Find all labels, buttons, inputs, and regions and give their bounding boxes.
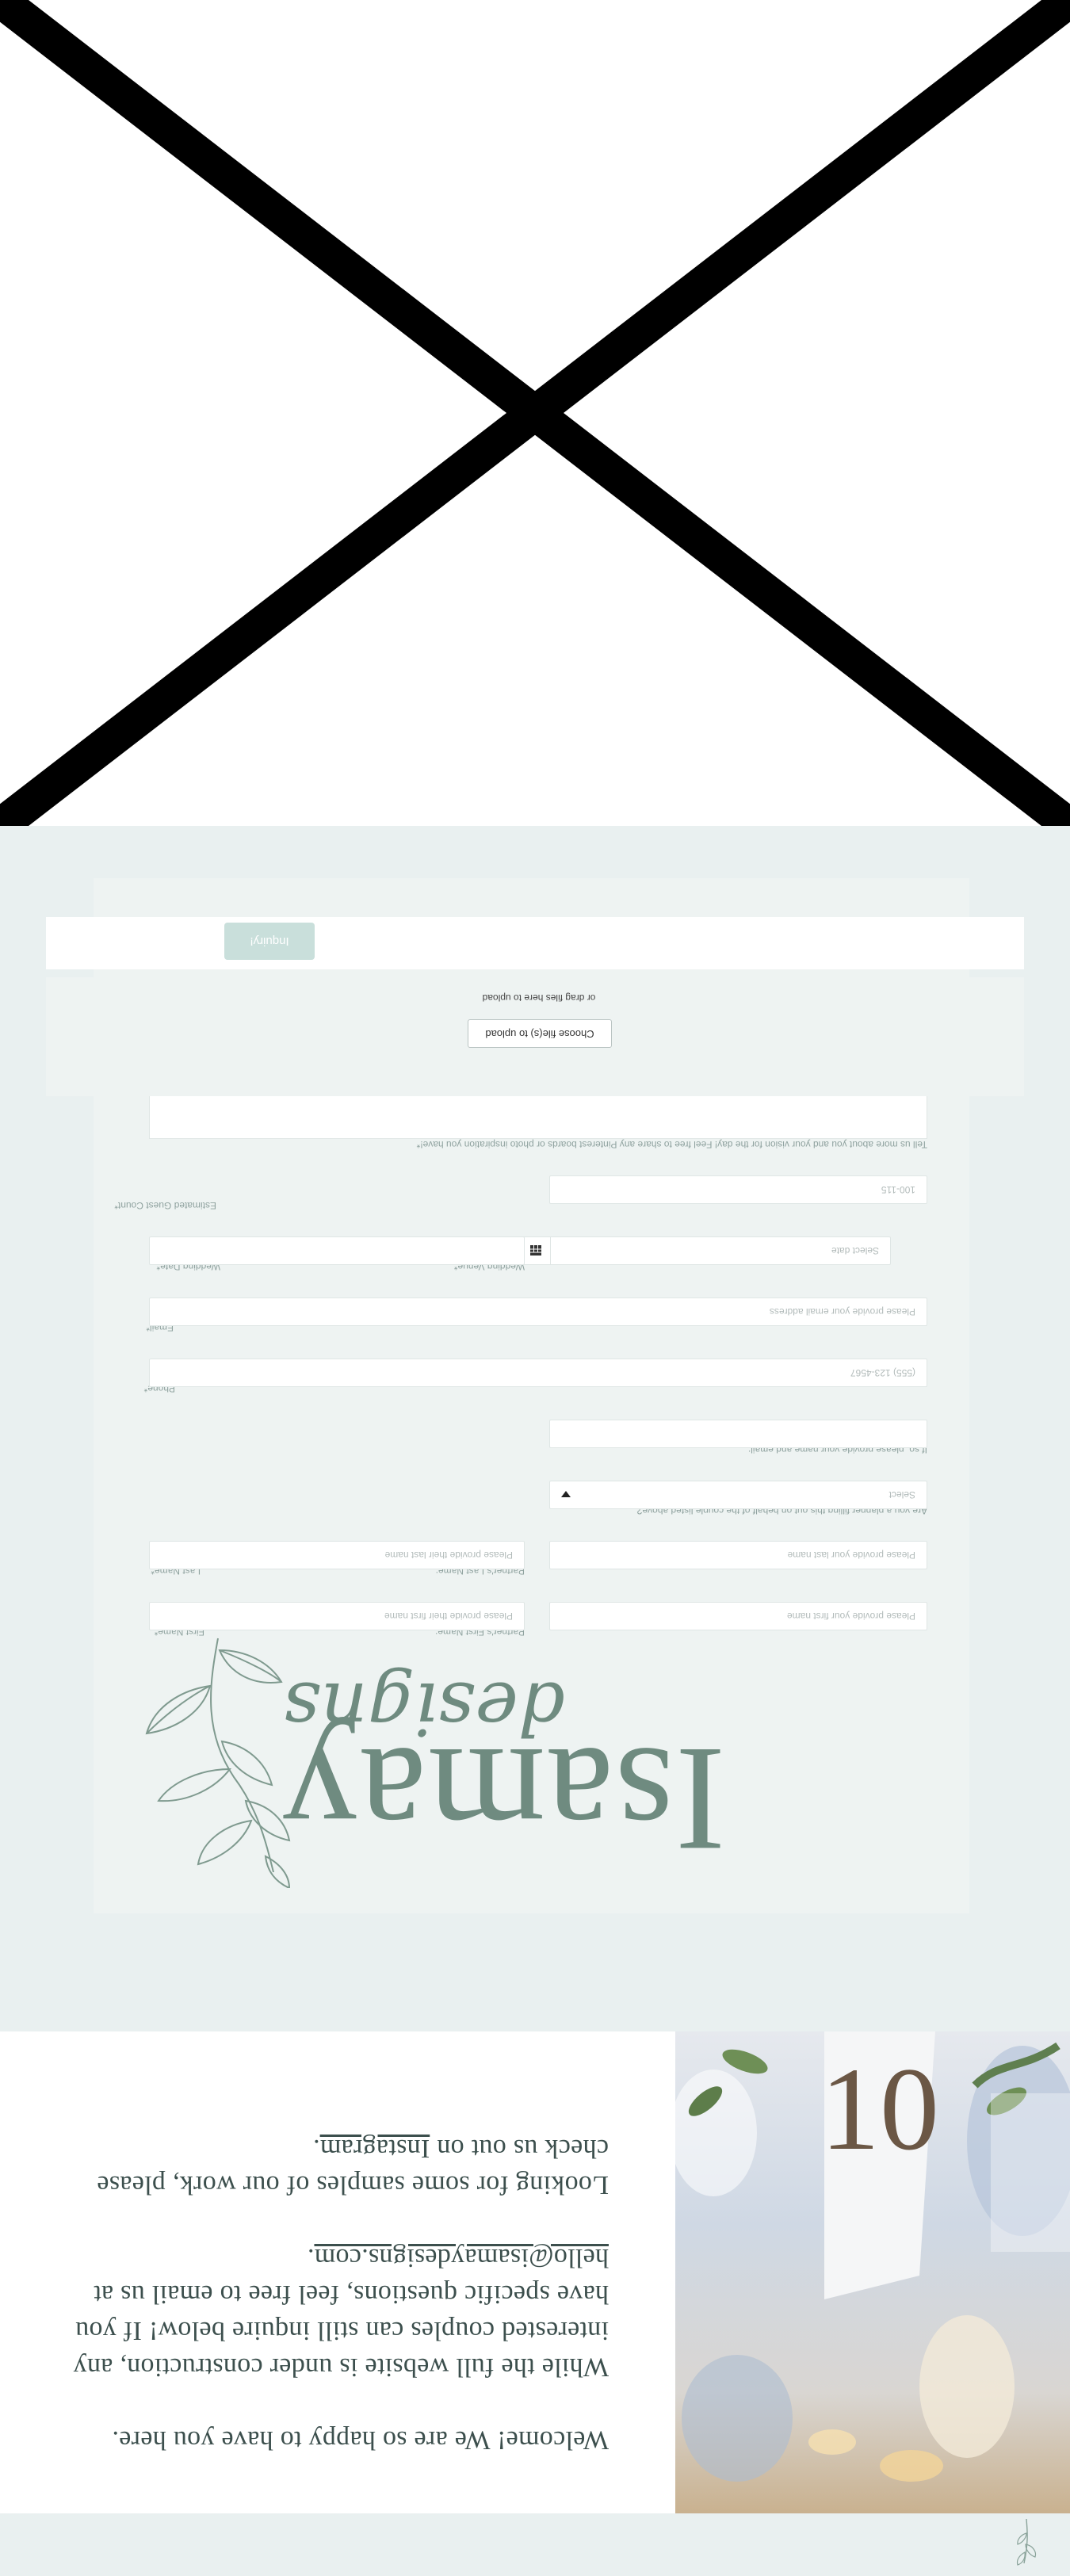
hero-section: 10 Welcome! We are so happy to have you … <box>0 2031 1070 2513</box>
email-link[interactable]: hello@isamaydesigns.com <box>314 2243 609 2272</box>
submit-button[interactable]: Inquiry! <box>224 923 315 960</box>
calendar-icon <box>530 1245 541 1256</box>
planner-select[interactable]: Select <box>549 1481 927 1509</box>
upload-button[interactable]: Choose file(s) to upload <box>468 1019 612 1048</box>
leaf-sprig-icon <box>1016 2518 1037 2566</box>
phone-input[interactable]: (555) 123-4567 <box>149 1359 927 1387</box>
broken-image-icon <box>0 0 1070 826</box>
wedding-date-input[interactable]: Select date <box>549 1236 891 1265</box>
guest-count-input[interactable]: 100-115 <box>549 1175 927 1204</box>
table-number-text: 10 <box>820 2043 939 2175</box>
samples-text: Looking for some samples of our work, pl… <box>97 2134 609 2200</box>
footer-band <box>0 2513 1070 2576</box>
table-number-photo: 10 <box>675 2031 1070 2513</box>
guest-count-label: Estimated Guest Count* <box>114 1200 216 1211</box>
partner-last-name-input[interactable]: Please provide their last name <box>149 1541 525 1569</box>
last-name-input[interactable]: Please provide your last name <box>549 1541 927 1569</box>
submit-bar <box>46 917 1024 969</box>
instagram-link[interactable]: Instagram <box>320 2134 430 2163</box>
chevron-down-icon <box>561 1491 571 1497</box>
calendar-button[interactable] <box>522 1236 551 1265</box>
partner-first-name-input[interactable]: Please provide their first name <box>149 1602 525 1630</box>
wedding-venue-input[interactable] <box>149 1236 525 1265</box>
broken-image-placeholder <box>0 0 1070 826</box>
vision-label: Tell us more about you and your vision f… <box>416 1139 927 1150</box>
planner-details-input[interactable] <box>549 1420 927 1448</box>
email-input[interactable]: Please provide your email address <box>149 1298 927 1326</box>
upload-hint: or drag files here to upload <box>482 992 596 1003</box>
logo-tagline: designs <box>283 1666 564 1751</box>
construction-text: While the full website is under construc… <box>73 2243 609 2382</box>
intro-copy: Welcome! We are so happy to have you her… <box>62 2093 609 2458</box>
first-name-input[interactable]: Please provide your first name <box>549 1602 927 1630</box>
leaf-branch-icon <box>145 1638 291 1888</box>
welcome-text: Welcome! We are so happy to have you her… <box>112 2425 609 2455</box>
